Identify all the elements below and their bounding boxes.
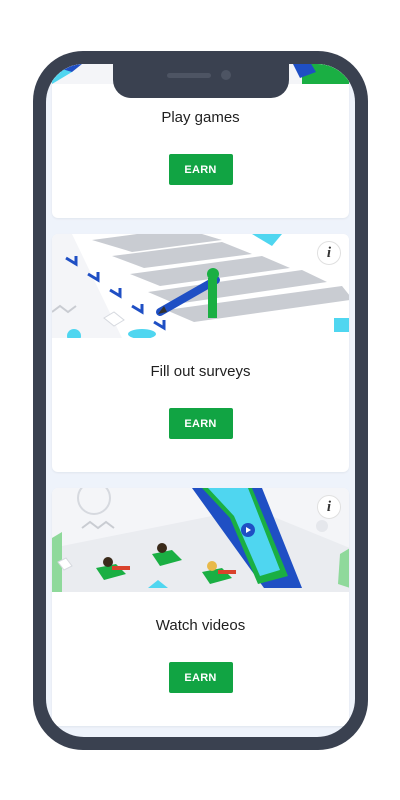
- phone-frame: Play games EARN i Fill out surveys EARN …: [33, 51, 368, 750]
- earn-button-videos[interactable]: EARN: [168, 662, 233, 693]
- card-title: Fill out surveys: [150, 363, 251, 380]
- earn-button-games[interactable]: EARN: [168, 154, 233, 185]
- videos-card-body: Watch videos EARN: [52, 592, 349, 726]
- surveys-card-body: Fill out surveys EARN: [52, 338, 349, 472]
- info-icon[interactable]: i: [317, 241, 341, 265]
- info-icon[interactable]: i: [317, 495, 341, 519]
- games-card-body: Play games EARN: [52, 84, 349, 218]
- speaker-grille: [167, 73, 211, 78]
- phone-screen: Play games EARN i Fill out surveys EARN …: [46, 64, 355, 737]
- phone-notch: [113, 64, 289, 98]
- earn-button-surveys[interactable]: EARN: [168, 408, 233, 439]
- earn-feed: Play games EARN i Fill out surveys EARN …: [52, 64, 349, 737]
- card-title: Play games: [161, 109, 240, 126]
- earn-card-videos: i Watch videos EARN: [52, 488, 349, 726]
- front-camera: [221, 70, 231, 80]
- earn-card-surveys: i Fill out surveys EARN: [52, 234, 349, 472]
- survey-illustration: i: [52, 234, 349, 338]
- video-illustration: i: [52, 488, 349, 592]
- card-title: Watch videos: [155, 617, 246, 634]
